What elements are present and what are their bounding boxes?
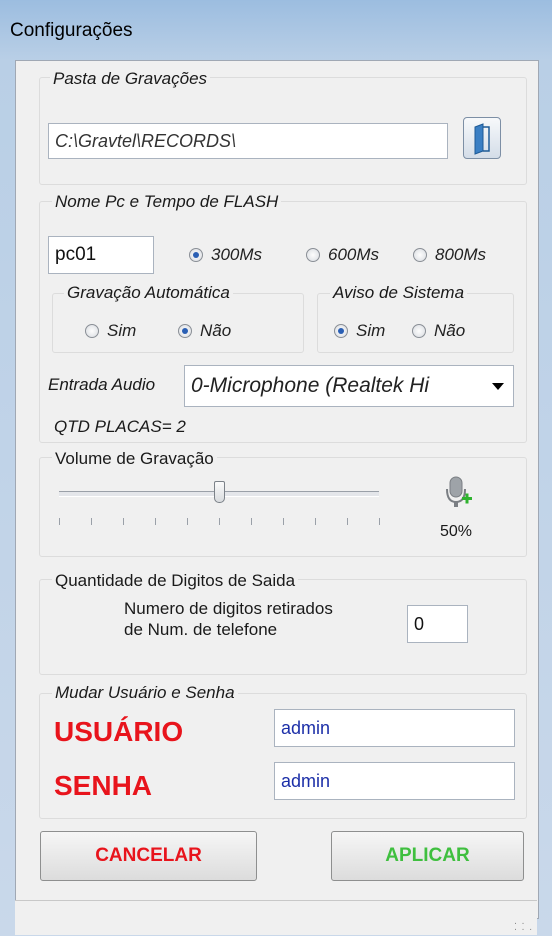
volume-slider-ticks	[59, 518, 380, 526]
flash-600ms-label: 600Ms	[328, 245, 380, 264]
audio-input-selected: 0-Microphone (Realtek Hi	[191, 374, 430, 397]
chevron-down-icon	[492, 383, 504, 390]
system-notice-sim-radio[interactable]: Sim	[334, 321, 385, 341]
recordings-path-input[interactable]: C:\Gravtel\RECORDS\	[48, 123, 448, 159]
volume-tick	[59, 518, 60, 525]
volume-tick	[187, 518, 188, 525]
radio-selected-indicator	[178, 324, 192, 338]
volume-tick	[219, 518, 220, 525]
system-notice-nao-label: Não	[434, 321, 466, 340]
resize-grip-icon[interactable]: . .. . .	[514, 917, 533, 933]
user-input[interactable]: admin	[274, 709, 515, 747]
user-label: USUÁRIO	[54, 716, 184, 747]
volume-tick	[315, 518, 316, 525]
volume-tick	[123, 518, 124, 525]
cancel-button[interactable]: CANCELAR	[40, 831, 257, 881]
pc-name-input[interactable]: pc01	[48, 236, 154, 274]
flash-800ms-label: 800Ms	[435, 245, 487, 264]
window-title: Configurações	[10, 20, 133, 41]
browse-folder-button[interactable]	[463, 117, 501, 159]
volume-tick	[283, 518, 284, 525]
radio-indicator	[413, 248, 427, 262]
flash-300ms-label: 300Ms	[211, 245, 263, 264]
radio-indicator	[306, 248, 320, 262]
system-notice-sim-label: Sim	[356, 321, 386, 340]
qtd-placas-label: QTD PLACAS= 2	[54, 417, 186, 436]
password-input[interactable]: admin	[274, 762, 515, 800]
radio-selected-indicator	[189, 248, 203, 262]
volume-percent: 50%	[440, 523, 473, 540]
pc-flash-group-label: Nome Pc e Tempo de FLASH	[52, 192, 282, 212]
microphone-add-icon[interactable]	[444, 475, 474, 513]
apply-button-label: APLICAR	[385, 845, 470, 866]
auto-record-nao-label: Não	[200, 321, 232, 340]
volume-tick	[379, 518, 380, 525]
cancel-button-label: CANCELAR	[95, 845, 202, 866]
folder-icon	[474, 123, 490, 155]
apply-button[interactable]: APLICAR	[331, 831, 524, 881]
auto-record-group-label: Gravação Automática	[64, 283, 233, 303]
radio-selected-indicator	[334, 324, 348, 338]
password-label: SENHA	[54, 770, 153, 801]
volume-tick	[91, 518, 92, 525]
volume-tick	[155, 518, 156, 525]
client-area: Pasta de Gravações C:\Gravtel\RECORDS\ N…	[15, 60, 539, 919]
volume-group-label: Volume de Gravação	[52, 449, 217, 469]
volume-tick	[251, 518, 252, 525]
digits-group-label: Quantidade de Digitos de Saida	[52, 571, 299, 591]
audio-input-label: Entrada Audio	[48, 375, 156, 394]
flash-600ms-radio[interactable]: 600Ms	[306, 245, 379, 265]
audio-input-select[interactable]: 0-Microphone (Realtek Hi	[184, 365, 514, 407]
auto-record-sim-radio[interactable]: Sim	[85, 321, 136, 341]
auto-record-sim-label: Sim	[107, 321, 137, 340]
digits-count-input[interactable]: 0	[407, 605, 468, 643]
credentials-group-label: Mudar Usuário e Senha	[52, 683, 238, 703]
recordings-group-label: Pasta de Gravações	[50, 69, 211, 89]
system-notice-nao-radio[interactable]: Não	[412, 321, 465, 341]
volume-tick	[347, 518, 348, 525]
status-bar: . .. . .	[15, 900, 537, 935]
radio-indicator	[85, 324, 99, 338]
auto-record-nao-radio[interactable]: Não	[178, 321, 231, 341]
flash-300ms-radio[interactable]: 300Ms	[189, 245, 262, 265]
volume-slider-thumb[interactable]	[214, 481, 225, 503]
radio-indicator	[412, 324, 426, 338]
title-bar[interactable]: Configurações	[0, 0, 552, 60]
flash-800ms-radio[interactable]: 800Ms	[413, 245, 486, 265]
configuracoes-window: Configurações Pasta de Gravações C:\Grav…	[0, 0, 552, 936]
system-notice-group-label: Aviso de Sistema	[330, 283, 468, 303]
digits-description-line2: de Num. de telefone	[124, 620, 278, 639]
digits-description-line1: Numero de digitos retirados	[124, 599, 333, 618]
